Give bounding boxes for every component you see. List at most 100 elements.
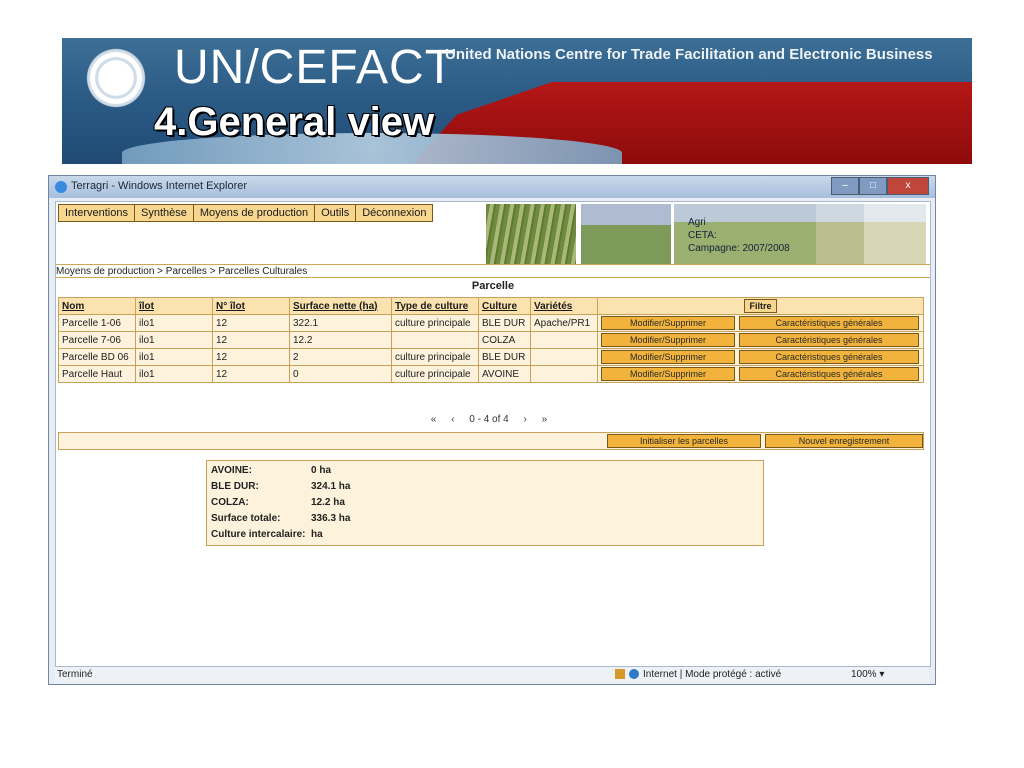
banner-org: UN/CEFACT	[174, 41, 456, 94]
cell-type: culture principale	[391, 314, 479, 332]
cell-nom: Parcelle 1-06	[58, 314, 136, 332]
col-nom[interactable]: Nom	[58, 297, 136, 315]
characteristics-button[interactable]: Caractéristiques générales	[739, 333, 919, 347]
cell-type: culture principale	[391, 365, 479, 383]
menu-item-interventions[interactable]: Interventions	[58, 204, 134, 222]
col-surface[interactable]: Surface nette (ha)	[289, 297, 392, 315]
banner-subtitle: United Nations Centre for Trade Facilita…	[445, 46, 933, 63]
table-row: Parcelle BD 06 ilo1 12 2 culture princip…	[58, 348, 924, 366]
col-varietes[interactable]: Variétés	[530, 297, 598, 315]
main-menu: Interventions Synthèse Moyens de product…	[58, 204, 434, 222]
new-record-button[interactable]: Nouvel enregistrement	[765, 434, 923, 448]
cell-nom: Parcelle BD 06	[58, 348, 136, 366]
page-range: 0 - 4 of 4	[469, 414, 509, 425]
cell-culture: COLZA	[478, 331, 531, 349]
cell-actions: Modifier/Supprimer Caractéristiques génér…	[597, 331, 924, 349]
header-photo-sunflowers	[816, 204, 926, 264]
surface-summary: AVOINE: 0 ha BLE DUR: 324.1 ha COLZA: 12…	[206, 460, 764, 546]
summary-value: 324.1 ha	[311, 481, 351, 492]
cell-surface: 0	[289, 365, 392, 383]
lock-icon	[615, 669, 625, 680]
zoom-control[interactable]: 100% ▾	[851, 669, 884, 680]
summary-label: BLE DUR:	[211, 481, 259, 492]
cell-ilot: ilo1	[135, 365, 213, 383]
cell-varietes	[530, 365, 598, 383]
cell-varietes	[530, 331, 598, 349]
cell-num: 12	[212, 348, 290, 366]
slide-banner: UN/CEFACT United Nations Centre for Trad…	[62, 38, 972, 164]
filter-button[interactable]: Filtre	[744, 299, 777, 313]
cell-surface: 12.2	[289, 331, 392, 349]
parcel-table: Nom îlot N° îlot Surface nette (ha) Type…	[58, 297, 924, 383]
summary-label: Surface totale:	[211, 513, 281, 524]
section-title: Parcelle	[471, 280, 515, 292]
first-page-button[interactable]: «	[431, 414, 437, 425]
init-parcels-button[interactable]: Initialiser les parcelles	[607, 434, 761, 448]
cell-actions: Modifier/Supprimer Caractéristiques génér…	[597, 348, 924, 366]
cell-nom: Parcelle 7-06	[58, 331, 136, 349]
summary-value: ha	[311, 529, 323, 540]
header-photo-field	[486, 204, 576, 264]
header-photo-tractor	[581, 204, 671, 264]
cell-actions: Modifier/Supprimer Caractéristiques génér…	[597, 365, 924, 383]
modify-delete-button[interactable]: Modifier/Supprimer	[601, 333, 735, 347]
campaign-info: Agri CETA: Campagne: 2007/2008	[688, 216, 790, 255]
summary-value: 336.3 ha	[311, 513, 351, 524]
col-ilot[interactable]: îlot	[135, 297, 213, 315]
close-button[interactable]: x	[887, 177, 929, 195]
maximize-button[interactable]: □	[859, 177, 887, 195]
cell-varietes: Apache/PR1	[530, 314, 598, 332]
pagination: « ‹ 0 - 4 of 4 › »	[56, 414, 922, 425]
table-row: Parcelle 1-06 ilo1 12 322.1 culture prin…	[58, 314, 924, 332]
table-row: Parcelle 7-06 ilo1 12 12.2 COLZA Modifie…	[58, 331, 924, 349]
table-header-row: Nom îlot N° îlot Surface nette (ha) Type…	[58, 297, 924, 315]
menu-item-outils[interactable]: Outils	[314, 204, 356, 222]
next-page-button[interactable]: ›	[524, 414, 527, 425]
agri-label: Agri	[688, 217, 706, 228]
col-type[interactable]: Type de culture	[391, 297, 479, 315]
summary-value: 12.2 ha	[311, 497, 345, 508]
status-bar: Terminé Internet | Mode protégé : activé…	[55, 666, 929, 683]
summary-value: 0 ha	[311, 465, 332, 476]
zone-label: Internet | Mode protégé : activé	[643, 669, 782, 680]
ie-icon	[55, 181, 67, 193]
cell-culture: BLE DUR	[478, 314, 531, 332]
prev-page-button[interactable]: ‹	[451, 414, 454, 425]
menu-item-synthese[interactable]: Synthèse	[133, 204, 193, 222]
globe-icon	[629, 669, 639, 680]
summary-label: AVOINE:	[211, 465, 252, 476]
cell-culture: AVOINE	[478, 365, 531, 383]
characteristics-button[interactable]: Caractéristiques générales	[739, 316, 919, 330]
browser-window: Terragri - Windows Internet Explorer – □…	[48, 175, 936, 685]
minimize-button[interactable]: –	[831, 177, 859, 195]
filter-cell: Filtre	[597, 297, 924, 315]
cell-surface: 2	[289, 348, 392, 366]
modify-delete-button[interactable]: Modifier/Supprimer	[601, 367, 735, 381]
characteristics-button[interactable]: Caractéristiques générales	[739, 350, 919, 364]
divider	[56, 277, 930, 278]
col-culture[interactable]: Culture	[478, 297, 531, 315]
cell-num: 12	[212, 314, 290, 332]
status-text: Terminé	[57, 669, 93, 680]
cell-num: 12	[212, 331, 290, 349]
table-row: Parcelle Haut ilo1 12 0 culture principa…	[58, 365, 924, 383]
menu-item-deconnexion[interactable]: Déconnexion	[355, 204, 434, 222]
last-page-button[interactable]: »	[542, 414, 548, 425]
cell-type	[391, 331, 479, 349]
cell-type: culture principale	[391, 348, 479, 366]
modify-delete-button[interactable]: Modifier/Supprimer	[601, 350, 735, 364]
security-zone[interactable]: Internet | Mode protégé : activé	[615, 669, 781, 680]
cell-nom: Parcelle Haut	[58, 365, 136, 383]
slide-headline: 4.General view	[154, 100, 435, 144]
menu-item-moyens[interactable]: Moyens de production	[192, 204, 315, 222]
window-title: Terragri - Windows Internet Explorer	[71, 180, 248, 192]
cell-varietes	[530, 348, 598, 366]
summary-label: Culture intercalaire:	[211, 529, 306, 540]
col-num-ilot[interactable]: N° îlot	[212, 297, 290, 315]
campaign-label: Campagne: 2007/2008	[688, 243, 790, 254]
characteristics-button[interactable]: Caractéristiques générales	[739, 367, 919, 381]
cell-ilot: ilo1	[135, 314, 213, 332]
window-titlebar[interactable]: Terragri - Windows Internet Explorer – □…	[49, 176, 935, 198]
modify-delete-button[interactable]: Modifier/Supprimer	[601, 316, 735, 330]
page-content: Interventions Synthèse Moyens de product…	[55, 201, 931, 667]
